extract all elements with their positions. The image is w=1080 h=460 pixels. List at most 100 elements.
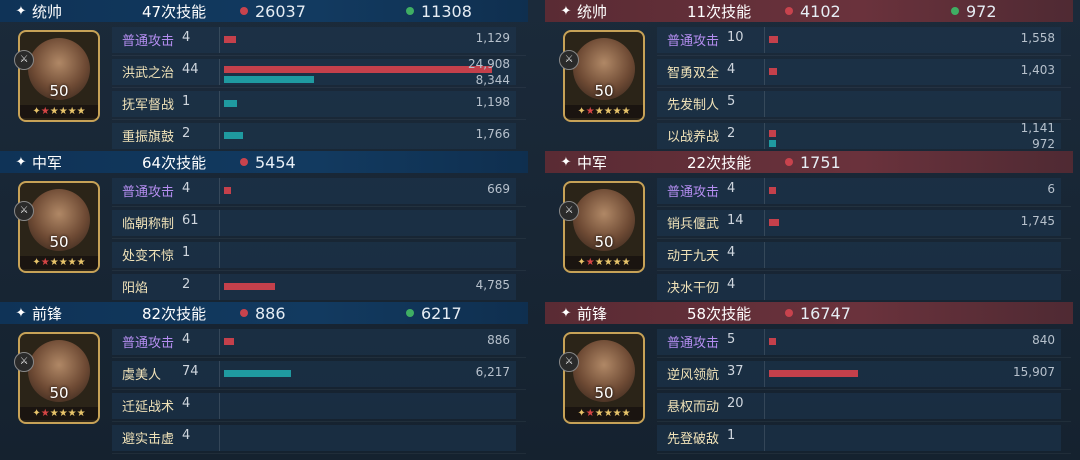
hero-portrait[interactable]: 50 ✦★★★★★ [563, 181, 645, 273]
damage-bar [769, 370, 858, 377]
star-rating: ✦★★★★★ [565, 407, 643, 420]
skill-name: 以战养战 [667, 130, 720, 145]
skill-row: 先登破敌 1 [657, 422, 1071, 454]
skill-row: 普通攻击 10 1,558 [657, 24, 1071, 56]
star-rating: ✦★★★★★ [20, 256, 98, 269]
skill-row: 普通攻击 4 669 [112, 175, 526, 207]
left-section-3: ✦ 前锋 82次技能 886 6217 50 ✦★★★★★ ⚔ 普通攻击 4 886 虞美人 74 6,2… [0, 302, 528, 454]
hero-portrait[interactable]: 50 ✦★★★★★ [563, 30, 645, 122]
row-divider [764, 59, 765, 85]
skill-name: 处变不惊 [122, 249, 175, 264]
skill-name: 避实击虚 [122, 432, 175, 447]
section-header: ✦ 统帅 47次技能 26037 11308 [0, 0, 528, 22]
heal-bar [224, 76, 314, 83]
row-divider [219, 178, 220, 204]
row-divider [764, 242, 765, 268]
heal-dot-icon [951, 7, 959, 15]
skill-name: 虞美人 [122, 368, 162, 383]
skill-count: 4 [727, 62, 736, 77]
row-divider [219, 274, 220, 300]
total-heal: 972 [951, 2, 997, 21]
skill-name: 抚军督战 [122, 98, 175, 113]
skill-row: 临朝称制 61 [112, 207, 526, 239]
skill-list: 普通攻击 4 886 虞美人 74 6,217 迁延战术 4 避实击虚 4 [112, 326, 526, 454]
right-section-1: ✦ 统帅 11次技能 4102 972 50 ✦★★★★★ ⚔ 普通攻击 10 1,558 智勇双全 4… [545, 0, 1073, 152]
role-star-icon: ✦ [560, 305, 572, 321]
hero-portrait[interactable]: 50 ✦★★★★★ [18, 181, 100, 273]
hero-level: 50 [49, 82, 69, 100]
role-label: 统帅 [32, 2, 63, 21]
section-header: ✦ 中军 22次技能 1751 [545, 151, 1073, 173]
section-header: ✦ 统帅 11次技能 4102 972 [545, 0, 1073, 22]
role-star-icon: ✦ [15, 305, 27, 321]
right-section-2: ✦ 中军 22次技能 1751 50 ✦★★★★★ ⚔ 普通攻击 4 6 销兵偃武 14 1,745 动于… [545, 151, 1073, 303]
row-divider [764, 425, 765, 451]
damage-bar [769, 187, 776, 194]
skill-row: 动于九天 4 [657, 239, 1071, 271]
role-star-icon: ✦ [15, 154, 27, 170]
skill-count: 44 [182, 62, 199, 77]
damage-value: 1,141 [1020, 121, 1055, 135]
skill-count: 4 [182, 396, 191, 411]
skill-name: 迁延战术 [122, 400, 175, 415]
section-header: ✦ 中军 64次技能 5454 [0, 151, 528, 173]
total-damage: 1751 [785, 153, 841, 172]
skill-row: 迁延战术 4 [112, 390, 526, 422]
heal-bar [224, 132, 243, 139]
skill-row: 逆风领航 37 15,907 [657, 358, 1071, 390]
damage-value: 1,558 [1020, 31, 1055, 45]
hero-level: 50 [49, 233, 69, 251]
hero-portrait[interactable]: 50 ✦★★★★★ [18, 332, 100, 424]
hero-type-badge-icon: ⚔ [559, 201, 579, 221]
skill-cast-count: 82次技能 [142, 304, 207, 323]
total-heal-value: 6217 [421, 303, 462, 323]
hero-portrait[interactable]: 50 ✦★★★★★ [18, 30, 100, 122]
damage-value: 1,129 [475, 31, 510, 45]
skill-row: 抚军督战 1 1,198 [112, 88, 526, 120]
skill-row: 洪武之治 44 24,908 8,344 [112, 56, 526, 88]
hero-type-badge-icon: ⚔ [559, 50, 579, 70]
damage-bar [769, 36, 778, 43]
damage-value: 6 [1047, 182, 1055, 196]
row-divider [219, 329, 220, 355]
hero-level: 50 [594, 82, 614, 100]
skill-row: 处变不惊 1 [112, 239, 526, 271]
skill-row: 虞美人 74 6,217 [112, 358, 526, 390]
total-damage-value: 16747 [800, 303, 851, 323]
row-background [112, 361, 516, 387]
heal-dot-icon [406, 309, 414, 317]
skill-row: 普通攻击 4 6 [657, 175, 1071, 207]
hero-level: 50 [594, 384, 614, 402]
role-label: 中军 [577, 153, 608, 172]
skill-row: 销兵偃武 14 1,745 [657, 207, 1071, 239]
role-label: 前锋 [577, 304, 608, 323]
skill-count: 14 [727, 213, 744, 228]
skill-row: 避实击虚 4 [112, 422, 526, 454]
heal-bar [769, 140, 776, 147]
skill-count: 10 [727, 30, 744, 45]
skill-count: 2 [182, 126, 191, 141]
total-damage: 26037 [240, 2, 306, 21]
damage-dot-icon [785, 158, 793, 166]
total-damage-value: 26037 [255, 1, 306, 21]
skill-count: 4 [727, 277, 736, 292]
hero-portrait[interactable]: 50 ✦★★★★★ [563, 332, 645, 424]
skill-count: 4 [182, 332, 191, 347]
row-divider [764, 329, 765, 355]
skill-name: 先发制人 [667, 98, 720, 113]
role-star-icon: ✦ [560, 154, 572, 170]
skill-cast-count: 64次技能 [142, 153, 207, 172]
skill-cast-count: 47次技能 [142, 2, 207, 21]
left-section-2: ✦ 中军 64次技能 5454 50 ✦★★★★★ ⚔ 普通攻击 4 669 临朝称制 61 处变不惊 1… [0, 151, 528, 303]
total-heal: 6217 [406, 304, 462, 323]
role-label: 统帅 [577, 2, 608, 21]
damage-dot-icon [240, 309, 248, 317]
skill-count: 37 [727, 364, 744, 379]
heal-value: 8,344 [475, 73, 510, 87]
star-rating: ✦★★★★★ [565, 105, 643, 118]
heal-value: 6,217 [475, 365, 510, 379]
heal-bar [224, 100, 237, 107]
row-divider [764, 210, 765, 236]
total-heal-value: 972 [966, 1, 997, 21]
left-section-1: ✦ 统帅 47次技能 26037 11308 50 ✦★★★★★ ⚔ 普通攻击 4 1,129 洪武之… [0, 0, 528, 152]
